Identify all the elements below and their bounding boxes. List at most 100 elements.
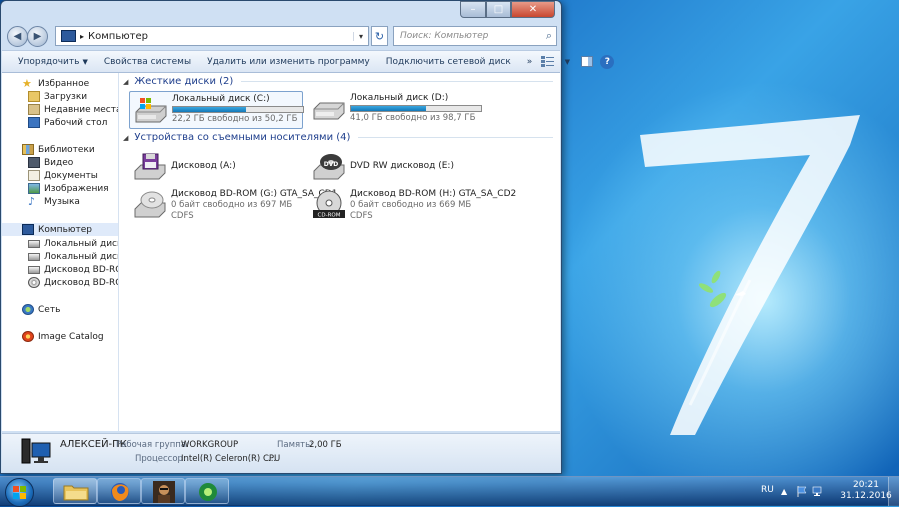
firefox-icon <box>111 483 129 501</box>
taskbar-firefox-button[interactable] <box>97 478 141 504</box>
hard-disks-group-label: Жесткие диски (2) <box>134 76 234 87</box>
clock-date: 31.12.2016 <box>840 491 892 501</box>
nav-drive-c[interactable]: Локальный диск (C:) <box>28 237 118 250</box>
view-options-arrow[interactable]: ▼ <box>560 55 574 68</box>
explorer-window: – □ ✕ ◀ ▶ ▸ Компьютер ▾ ↻ Поиск: Компьют… <box>0 0 615 474</box>
video-library-icon <box>28 157 40 168</box>
nav-bd-rom-h-label: Дисковод BD-ROM ( <box>44 277 118 288</box>
organize-label: Упорядочить <box>18 56 80 67</box>
toolbar-right-icons: ▼ ? <box>540 54 622 69</box>
nav-video[interactable]: Видео <box>28 156 73 169</box>
game-app-icon <box>153 481 175 503</box>
system-properties-button[interactable]: Свойства системы <box>96 57 199 67</box>
bd-rom-h-name: Дисковод BD-ROM (H:) GTA_SA_CD2 <box>350 189 517 199</box>
drive-c-usage-fill <box>173 107 246 112</box>
nav-recent-places[interactable]: Недавние места <box>28 103 118 116</box>
drive-c-text: Локальный диск (C:) 22,2 ГБ свободно из … <box>172 94 304 124</box>
computer-icon <box>22 224 34 235</box>
image-catalog-app-icon <box>199 483 217 501</box>
language-indicator[interactable]: RU <box>761 485 774 495</box>
search-input[interactable]: Поиск: Компьютер ⌕ <box>393 26 557 46</box>
action-center-flag-icon[interactable] <box>796 486 808 497</box>
preview-pane-icon[interactable] <box>580 55 594 68</box>
recent-places-icon <box>28 104 40 115</box>
hard-drive-icon <box>313 102 345 120</box>
change-view-icon[interactable] <box>540 55 554 68</box>
more-commands-button[interactable]: » <box>519 57 541 67</box>
dvd-drive-e-tile[interactable]: DVD DVD RW дисковод (E:) <box>308 149 482 187</box>
nav-images-label: Изображения <box>44 183 109 194</box>
taskbar: RU ▲ 20:21 31.12.2016 <box>0 476 899 507</box>
hard-disks-group-header[interactable]: ◢ Жесткие диски (2) <box>123 76 553 87</box>
drive-d-tile[interactable]: Локальный диск (D:) 41,0 ГБ свободно из … <box>308 91 482 129</box>
nav-desktop[interactable]: Рабочий стол <box>28 116 107 129</box>
bd-rom-h-tile[interactable]: CD-ROM Дисковод BD-ROM (H:) GTA_SA_CD2 0… <box>308 187 516 225</box>
nav-favorites[interactable]: ★ Избранное <box>22 77 89 90</box>
start-button[interactable] <box>5 478 34 507</box>
content-pane: ◢ Жесткие диски (2) Локальный диск (C:) … <box>119 73 560 431</box>
close-button[interactable]: ✕ <box>511 1 555 18</box>
nav-desktop-label: Рабочий стол <box>44 117 108 128</box>
group-divider <box>241 81 553 82</box>
nav-video-label: Видео <box>44 157 74 168</box>
command-bar: Упорядочить ▼ Свойства системы Удалить ил… <box>2 50 615 73</box>
maximize-button[interactable]: □ <box>486 1 511 18</box>
windows-hard-drive-icon <box>135 98 167 123</box>
nav-network[interactable]: Сеть <box>22 303 60 316</box>
network-icon <box>22 304 34 315</box>
drive-d-usage-bar <box>350 105 482 112</box>
uninstall-program-button[interactable]: Удалить или изменить программу <box>199 57 378 67</box>
memory-value: 2,00 ГБ <box>309 440 342 450</box>
back-button[interactable]: ◀ <box>7 26 28 47</box>
bd-rom-g-tile[interactable]: Дисковод BD-ROM (G:) GTA_SA_CD1 0 байт с… <box>129 187 337 225</box>
nav-libraries[interactable]: Библиотеки <box>22 143 95 156</box>
taskbar-image-catalog-button[interactable] <box>185 478 229 504</box>
taskbar-game-button[interactable] <box>141 478 185 504</box>
cpu-label: Процессор: <box>135 454 186 464</box>
floppy-drive-a-tile[interactable]: Дисковод (A:) <box>129 149 303 187</box>
bd-rom-h-filesystem: CDFS <box>350 211 373 221</box>
hard-drive-icon <box>28 252 40 261</box>
drive-c-tile[interactable]: Локальный диск (C:) 22,2 ГБ свободно из … <box>129 91 304 129</box>
nav-images[interactable]: Изображения <box>28 182 109 195</box>
bd-rom-h-text: Дисковод BD-ROM (H:) GTA_SA_CD2 0 байт с… <box>350 189 516 221</box>
refresh-button[interactable]: ↻ <box>371 26 388 46</box>
nav-documents[interactable]: Документы <box>28 169 98 182</box>
nav-computer[interactable]: Компьютер <box>2 223 118 236</box>
minimize-button[interactable]: – <box>460 1 486 18</box>
network-tray-icon[interactable] <box>812 486 824 497</box>
window-caption-buttons: – □ ✕ <box>460 1 555 18</box>
drive-d-usage-fill <box>351 106 427 111</box>
address-dropdown-arrow[interactable]: ▾ <box>353 31 368 41</box>
nav-image-catalog-label: Image Catalog <box>38 331 104 342</box>
nav-bd-rom-h[interactable]: Дисковод BD-ROM ( <box>28 276 118 289</box>
downloads-folder-icon <box>28 91 40 102</box>
nav-downloads[interactable]: Загрузки <box>28 90 87 103</box>
help-icon[interactable]: ? <box>600 54 615 69</box>
drive-c-name: Локальный диск (C:) <box>172 94 270 104</box>
nav-bd-rom-g[interactable]: Дисковод BD-ROM ( <box>28 263 118 276</box>
show-hidden-icons-arrow[interactable]: ▲ <box>781 486 793 497</box>
nav-downloads-label: Загрузки <box>44 91 88 102</box>
nav-favorites-label: Избранное <box>38 78 90 89</box>
nav-music[interactable]: ♪ Музыка <box>28 195 80 208</box>
system-clock[interactable]: 20:21 31.12.2016 <box>837 480 895 502</box>
show-desktop-button[interactable] <box>888 477 899 506</box>
workgroup-value: WORKGROUP <box>181 440 239 450</box>
nav-network-label: Сеть <box>38 304 61 315</box>
address-bar[interactable]: ▸ Компьютер ▾ <box>55 26 369 46</box>
taskbar-explorer-button[interactable] <box>53 478 97 504</box>
nav-computer-label: Компьютер <box>38 224 92 235</box>
search-icon[interactable]: ⌕ <box>546 29 552 43</box>
organize-button[interactable]: Упорядочить ▼ <box>2 57 96 67</box>
cpu-value: Intel(R) Celeron(R) CPU <box>181 454 281 464</box>
nav-image-catalog[interactable]: Image Catalog <box>22 330 104 343</box>
map-network-drive-button[interactable]: Подключить сетевой диск <box>378 57 519 67</box>
dvd-drive-e-name: DVD RW дисковод (E:) <box>350 161 454 171</box>
address-separator: ▸ <box>80 31 85 41</box>
drive-c-free-space: 22,2 ГБ свободно из 50,2 ГБ <box>172 114 298 124</box>
nav-drive-d[interactable]: Локальный диск (D:) <box>28 250 118 263</box>
forward-button[interactable]: ▶ <box>27 26 48 47</box>
documents-library-icon <box>28 170 40 181</box>
removable-group-header[interactable]: ◢ Устройства со съемными носителями (4) <box>123 132 553 143</box>
